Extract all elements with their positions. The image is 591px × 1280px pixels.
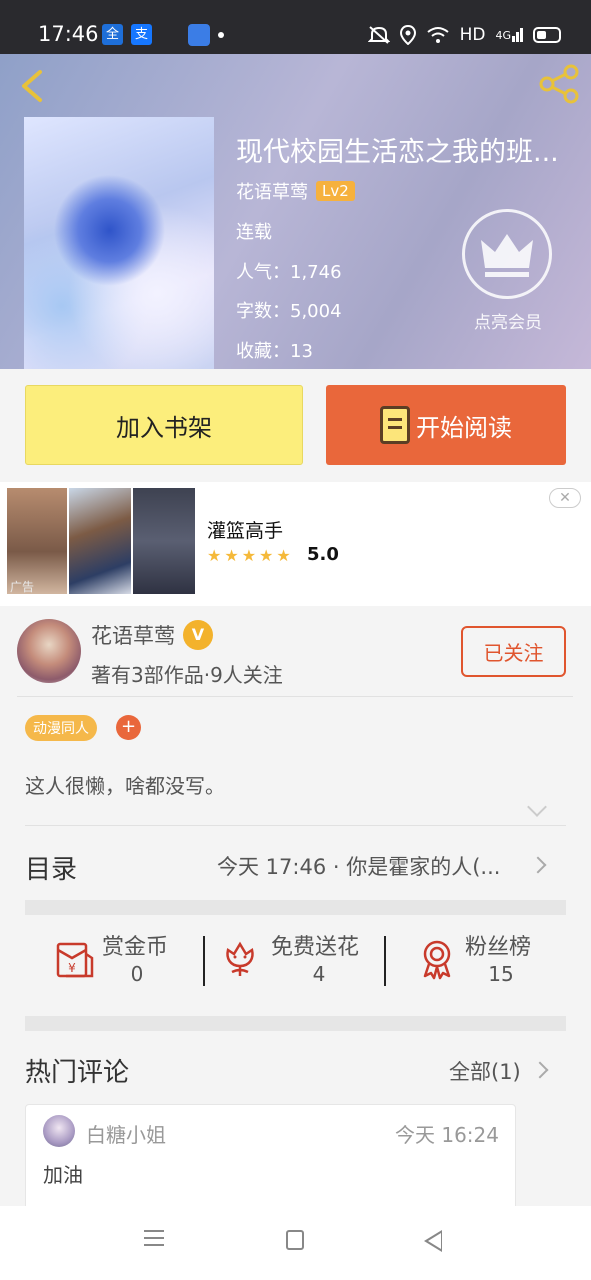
action-count: 4 [312,962,326,986]
battery-icon [533,27,561,43]
author-stats: 著有3部作品·9人关注 [91,663,283,687]
more-notifications-dot [218,32,224,38]
action-count: 15 [488,962,514,986]
support-actions: ¥ 赏金币 0 免费送花 4 粉丝榜 15 [25,924,566,1004]
mute-icon [367,26,390,44]
comment-time: 今天 16:24 [395,1123,499,1147]
chevron-right-icon[interactable] [529,856,547,874]
comment-card[interactable]: 白糖小姐 今天 16:24 加油 [25,1104,516,1214]
medal-icon [423,940,451,980]
menu-icon[interactable] [144,1230,164,1246]
verified-badge-icon: V [183,620,213,650]
add-to-shelf-button[interactable]: 加入书架 [25,385,303,465]
system-nav-bar [0,1206,591,1280]
app-notification-icon-2 [188,24,210,46]
author-name-row: 花语草莺 V [91,620,213,650]
action-count: 0 [130,962,144,986]
signal-icon: 4G [495,28,523,42]
divider [203,936,205,986]
all-comments-link[interactable]: 全部(1) [449,1056,521,1086]
ad-title[interactable]: 灌篮高手 [207,516,283,543]
follow-button[interactable]: 已关注 [461,626,566,677]
genre-tag[interactable]: 动漫同人 [25,715,97,741]
book-author[interactable]: 花语草莺 [236,178,308,204]
fan-ranking-action[interactable]: 粉丝榜 15 [415,924,565,1004]
status-bar: 17:46 全 支 HD 4G [0,0,591,54]
book-header: 现代校园生活恋之我的班... 花语草莺 Lv2 连载 人气：1,746 字数：5… [0,54,591,369]
chevron-right-icon[interactable] [531,1061,549,1079]
comment-user[interactable]: 白糖小姐 [86,1119,166,1148]
hot-comments-title: 热门评论 [25,1058,130,1088]
divider [17,696,573,697]
close-ad-button[interactable]: ✕ [549,488,581,508]
ad-image[interactable] [133,488,195,594]
section-separator [25,900,566,915]
author-name[interactable]: 花语草莺 [91,620,175,650]
book-status: 连载 [236,222,272,243]
home-icon[interactable] [286,1230,304,1250]
send-flowers-action[interactable]: 免费送花 4 [218,924,388,1004]
back-triangle-icon[interactable] [424,1230,442,1252]
book-word-count: 字数：5,004 [236,301,342,322]
ad-tag: 广告 [10,580,35,594]
book-popularity: 人气：1,746 [236,262,342,283]
action-buttons: 加入书架 开始阅读 [0,369,591,482]
comment-text: 加油 [43,1163,83,1187]
book-title: 现代校园生活恋之我的班... [236,137,559,168]
flower-icon [226,941,254,976]
toc-latest-chapter[interactable]: 今天 17:46 · 你是霍家的人(... [217,851,527,881]
start-reading-button[interactable]: 开始阅读 [326,385,566,465]
divider [25,825,566,826]
status-indicators: HD 4G [367,22,561,48]
ad-banner[interactable]: 广告 灌篮高手 ★★★★★ 5.0 ✕ [0,482,591,606]
action-label: 粉丝榜 [465,935,532,960]
chevron-down-icon[interactable] [527,797,547,817]
star-rating-icon: ★★★★★ [207,546,294,565]
avatar[interactable] [43,1115,75,1147]
avatar[interactable] [17,619,81,683]
action-label: 免费送花 [271,935,360,960]
alipay-notification-icon: 支 [131,24,152,45]
level-badge: Lv2 [316,181,355,201]
book-icon [380,406,410,444]
book-author-line: 花语草莺 Lv2 [236,178,355,204]
author-section: 花语草莺 V 著有3部作品·9人关注 已关注 动漫同人 + 这人很懒，啥都没写。… [0,606,591,1214]
red-envelope-icon: ¥ [56,942,94,978]
share-icon[interactable] [537,62,581,106]
add-tag-button[interactable]: + [116,715,141,740]
toc-label[interactable]: 目录 [25,849,77,886]
status-time: 17:46 [38,22,99,46]
app-notification-icon: 全 [102,24,123,45]
signal-label: 4G [495,29,511,42]
vip-crown-icon[interactable] [462,209,552,299]
location-icon [399,25,416,45]
section-separator [25,1016,566,1031]
wifi-icon [426,27,449,43]
reward-coins-action[interactable]: ¥ 赏金币 0 [52,924,202,1004]
back-icon[interactable] [14,66,50,106]
book-favorites: 收藏：13 [236,341,313,362]
divider [384,936,386,986]
ad-image[interactable] [69,488,131,594]
start-reading-label: 开始阅读 [416,413,512,442]
ad-rating: 5.0 [307,544,339,565]
vip-label[interactable]: 点亮会员 [462,308,554,333]
book-cover[interactable] [24,117,214,369]
author-bio: 这人很懒，啥都没写。 [25,774,225,798]
network-type: HD [459,25,486,45]
action-label: 赏金币 [102,935,169,960]
svg-text:¥: ¥ [68,961,76,975]
